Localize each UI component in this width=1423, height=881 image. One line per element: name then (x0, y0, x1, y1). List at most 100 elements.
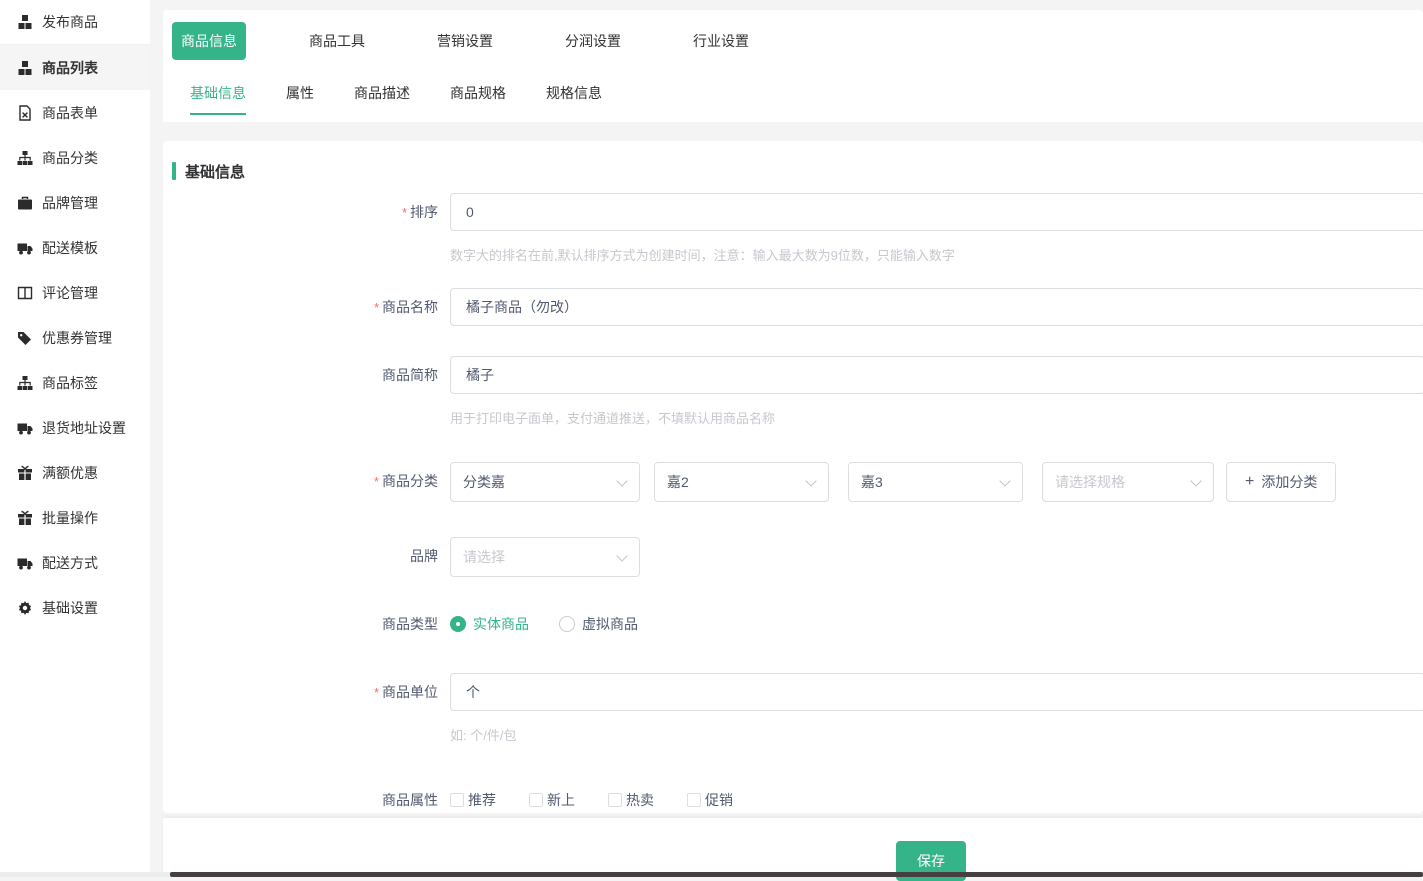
unit-input[interactable] (450, 673, 1423, 711)
sidebar-item-label: 评论管理 (42, 283, 98, 303)
tab-profit-settings[interactable]: 分润设置 (556, 22, 630, 60)
cubes-icon (17, 14, 33, 30)
checkbox-promotion[interactable]: 促销 (687, 790, 733, 810)
sidebar-item-label: 满额优惠 (42, 463, 98, 483)
radio-physical-product[interactable]: 实体商品 (450, 614, 529, 634)
brand-select[interactable]: 请选择 (450, 537, 640, 577)
checkbox-label: 推荐 (468, 790, 496, 810)
sidebar-item-delivery-method[interactable]: 配送方式 (0, 540, 150, 585)
sort-help-text: 数字大的排名在前,默认排序方式为创建时间，注意：输入最大数为9位数，只能输入数字 (450, 247, 1423, 264)
tab-industry-settings[interactable]: 行业设置 (684, 22, 758, 60)
sitemap-icon (17, 375, 33, 391)
radio-label: 虚拟商品 (582, 614, 638, 634)
chevron-down-icon (1190, 475, 1201, 486)
sidebar-item-coupon-management[interactable]: 优惠券管理 (0, 315, 150, 360)
subtab-attributes[interactable]: 属性 (286, 74, 314, 115)
truck-icon (17, 240, 33, 256)
product-name-label: 商品名称 (163, 288, 450, 327)
tab-product-tools[interactable]: 商品工具 (300, 22, 374, 60)
sidebar-item-product-category[interactable]: 商品分类 (0, 135, 150, 180)
form-card: 基础信息 排序 数字大的排名在前,默认排序方式为创建时间，注意：输入最大数为9位… (163, 141, 1423, 813)
sidebar-item-publish-product[interactable]: 发布商品 (0, 0, 150, 45)
sidebar-item-label: 优惠券管理 (42, 328, 112, 348)
category-label: 商品分类 (163, 462, 450, 502)
category-select-value: 嘉3 (861, 472, 883, 492)
checkbox-new[interactable]: 新上 (529, 790, 575, 810)
add-category-label: 添加分类 (1261, 472, 1317, 492)
checkbox-icon (529, 793, 543, 807)
truck-icon (17, 420, 33, 436)
sidebar-item-label: 商品分类 (42, 148, 98, 168)
horizontal-scrollbar-thumb[interactable] (170, 872, 1423, 877)
sidebar-item-label: 基础设置 (42, 598, 98, 618)
checkbox-label: 新上 (547, 790, 575, 810)
section-title: 基础信息 (185, 161, 245, 182)
briefcase-icon (17, 195, 33, 211)
checkbox-icon (608, 793, 622, 807)
save-bar: 保存 (163, 818, 1423, 877)
chevron-down-icon (805, 475, 816, 486)
sitemap-icon (17, 150, 33, 166)
truck-icon (17, 555, 33, 571)
category-select-value: 分类嘉 (463, 472, 505, 492)
sidebar-item-product-list[interactable]: 商品列表 (0, 45, 150, 90)
gear-icon (17, 600, 33, 616)
sidebar-item-product-form[interactable]: 商品表单 (0, 90, 150, 135)
sidebar-item-comment-management[interactable]: 评论管理 (0, 270, 150, 315)
short-name-label: 商品简称 (163, 356, 450, 427)
sidebar-item-label: 配送模板 (42, 238, 98, 258)
sort-input[interactable] (450, 193, 1423, 231)
subtab-spec-info[interactable]: 规格信息 (546, 74, 602, 115)
unit-label: 商品单位 (163, 673, 450, 744)
sidebar-item-basic-settings[interactable]: 基础设置 (0, 585, 150, 630)
section-accent-bar (172, 162, 176, 180)
plus-icon: + (1245, 473, 1254, 491)
checkbox-recommend[interactable]: 推荐 (450, 790, 496, 810)
sidebar-item-full-amount-discount[interactable]: 满额优惠 (0, 450, 150, 495)
sidebar: 发布商品 商品列表 商品表单 商品分类 品牌管理 配送模板 评论管理 优惠券管理… (0, 0, 150, 877)
gift-icon (17, 465, 33, 481)
sidebar-item-brand-management[interactable]: 品牌管理 (0, 180, 150, 225)
checkbox-label: 促销 (705, 790, 733, 810)
sidebar-item-label: 品牌管理 (42, 193, 98, 213)
brand-label: 品牌 (163, 537, 450, 577)
product-type-label: 商品类型 (163, 605, 450, 643)
sidebar-item-label: 配送方式 (42, 553, 98, 573)
cubes-icon (17, 60, 33, 76)
sidebar-item-label: 商品标签 (42, 373, 98, 393)
horizontal-scrollbar-track[interactable] (0, 872, 1423, 877)
category-select-level2[interactable]: 嘉2 (654, 462, 829, 502)
chevron-down-icon (999, 475, 1010, 486)
file-excel-icon (17, 105, 33, 121)
chevron-down-icon (616, 475, 627, 486)
subtab-product-specs[interactable]: 商品规格 (450, 74, 506, 115)
sidebar-item-label: 发布商品 (42, 12, 98, 32)
sidebar-item-batch-operations[interactable]: 批量操作 (0, 495, 150, 540)
product-name-input[interactable] (450, 288, 1423, 326)
sidebar-item-return-address-settings[interactable]: 退货地址设置 (0, 405, 150, 450)
sort-label: 排序 (163, 193, 450, 264)
unit-help-text: 如: 个/件/包 (450, 727, 1423, 744)
section-header: 基础信息 (172, 161, 1423, 181)
checkbox-hot-sale[interactable]: 热卖 (608, 790, 654, 810)
tab-marketing-settings[interactable]: 营销设置 (428, 22, 502, 60)
tab-product-info[interactable]: 商品信息 (172, 22, 246, 60)
category-select-level1[interactable]: 分类嘉 (450, 462, 640, 502)
category-select-placeholder: 请选择规格 (1055, 472, 1125, 492)
category-select-level3[interactable]: 嘉3 (848, 462, 1023, 502)
chevron-down-icon (616, 550, 627, 561)
category-select-spec[interactable]: 请选择规格 (1042, 462, 1214, 502)
short-name-input[interactable] (450, 356, 1423, 394)
short-name-help-text: 用于打印电子面单，支付通道推送，不填默认用商品名称 (450, 410, 1423, 427)
radio-label: 实体商品 (473, 614, 529, 634)
sidebar-item-label: 退货地址设置 (42, 418, 126, 438)
category-select-value: 嘉2 (667, 472, 689, 492)
sidebar-item-delivery-template[interactable]: 配送模板 (0, 225, 150, 270)
radio-virtual-product[interactable]: 虚拟商品 (559, 614, 638, 634)
checkbox-icon (687, 793, 701, 807)
subtab-basic-info[interactable]: 基础信息 (190, 74, 246, 115)
sidebar-item-product-tags[interactable]: 商品标签 (0, 360, 150, 405)
radio-selected-icon (450, 616, 466, 632)
add-category-button[interactable]: + 添加分类 (1226, 462, 1336, 502)
subtab-product-description[interactable]: 商品描述 (354, 74, 410, 115)
